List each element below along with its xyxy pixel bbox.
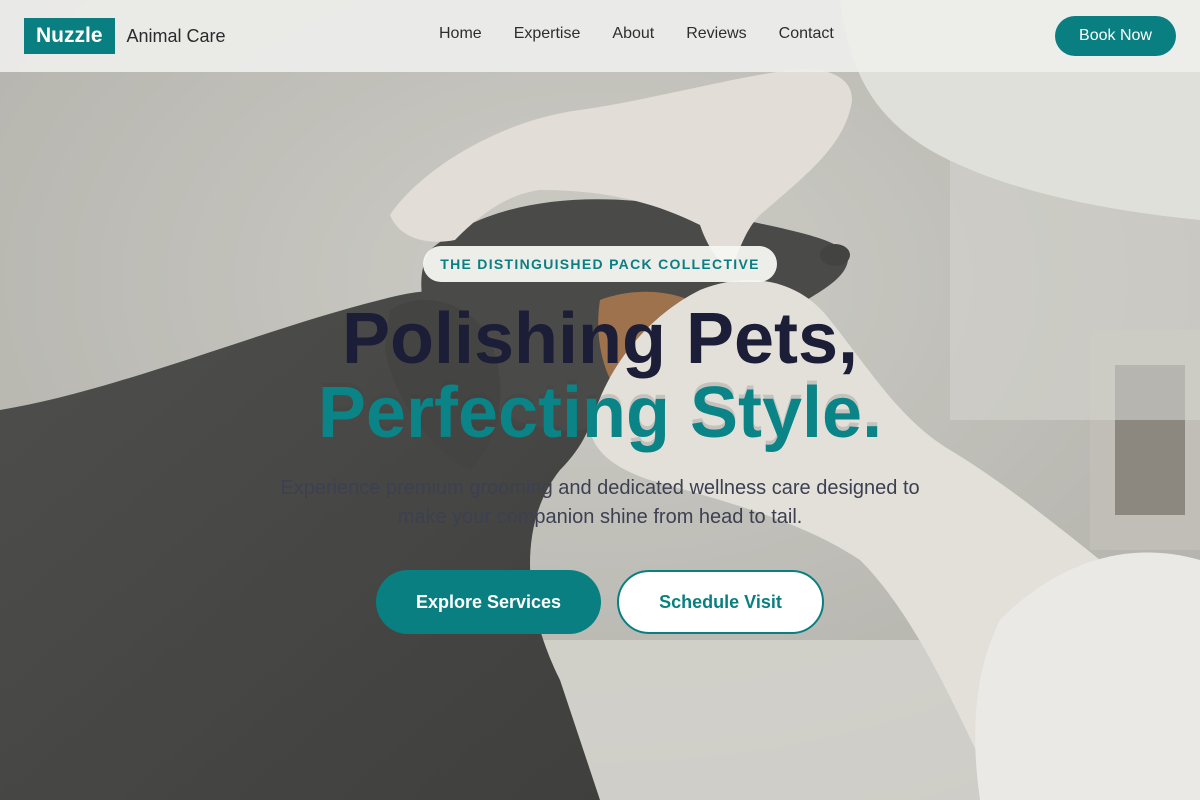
schedule-visit-button[interactable]: Schedule Visit: [617, 570, 824, 634]
nav-links: Home Expertise About Reviews Contact: [439, 25, 834, 43]
explore-services-button[interactable]: Explore Services: [376, 570, 601, 634]
nav-link-about[interactable]: About: [612, 25, 654, 43]
hero-subtext: Experience premium grooming and dedicate…: [280, 477, 920, 528]
book-now-button[interactable]: Book Now: [1055, 16, 1176, 56]
nav-link-reviews[interactable]: Reviews: [686, 25, 746, 43]
brand-subtitle: Animal Care: [126, 25, 226, 46]
nav-link-home[interactable]: Home: [439, 25, 482, 43]
brand-logo[interactable]: Nuzzle Animal Care: [24, 18, 226, 54]
headline-line-1: Polishing Pets,: [341, 299, 859, 379]
headline-line-2: Perfecting Style.: [317, 373, 883, 453]
nav-link-contact[interactable]: Contact: [779, 25, 834, 43]
hero-tagline-badge: THE DISTINGUISHED PACK COLLECTIVE: [423, 246, 777, 282]
hero-headline: Polishing Pets, Perfecting Style.: [0, 302, 1200, 450]
nav-link-expertise[interactable]: Expertise: [514, 25, 581, 43]
top-navbar: Nuzzle Animal Care Home Expertise About …: [0, 0, 1200, 72]
brand-name[interactable]: Nuzzle: [24, 18, 115, 54]
